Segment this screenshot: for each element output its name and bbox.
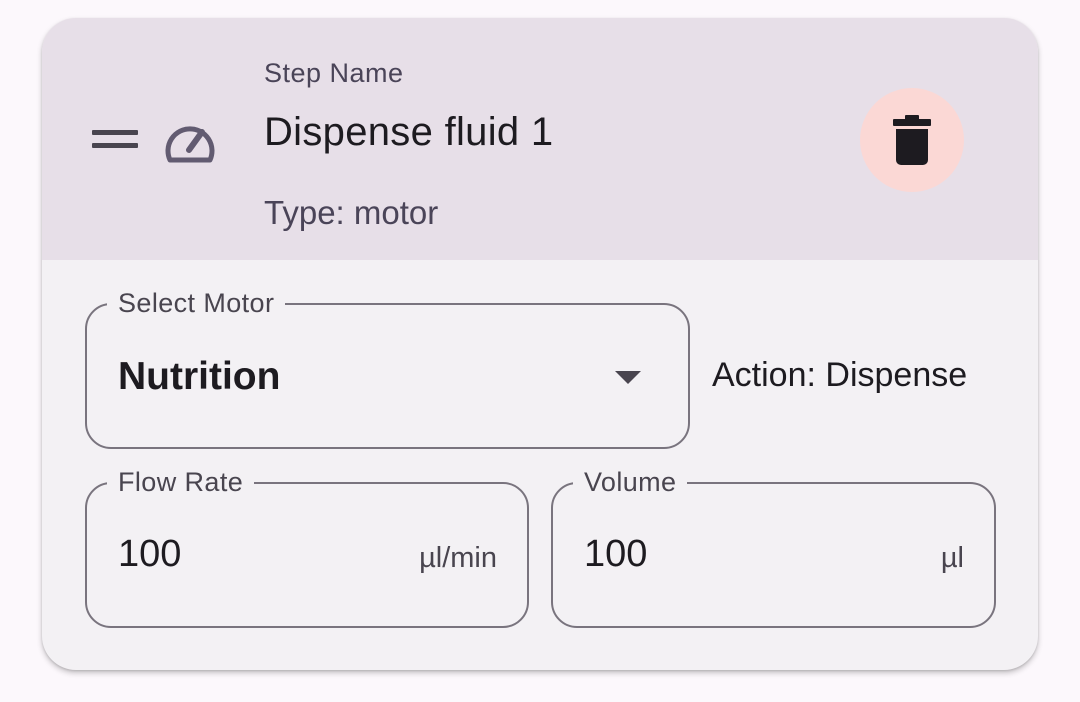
step-type-text: Type: motor — [264, 194, 439, 231]
step-card: Step Name Dispense fluid 1 Type: motor S… — [42, 18, 1038, 670]
volume-input[interactable] — [584, 532, 834, 576]
step-name-label: Step Name — [264, 58, 404, 88]
trash-icon — [893, 115, 931, 165]
selected-motor-value: Nutrition — [118, 355, 281, 398]
flow-rate-unit: µl/min — [419, 542, 497, 574]
step-name-value[interactable]: Dispense fluid 1 — [264, 110, 553, 155]
action-text: Action: Dispense — [712, 356, 968, 394]
speedometer-icon — [165, 126, 215, 163]
flow-rate-label: Flow Rate — [107, 462, 255, 502]
drag-handle-icon[interactable] — [92, 128, 138, 152]
volume-field: Volume µl — [551, 462, 996, 628]
select-motor-dropdown[interactable]: Select Motor Nutrition — [85, 283, 690, 449]
step-header: Step Name Dispense fluid 1 Type: motor — [42, 18, 1038, 260]
volume-label: Volume — [573, 462, 688, 502]
delete-step-button[interactable] — [860, 88, 964, 192]
flow-rate-field: Flow Rate µl/min — [85, 462, 529, 628]
select-motor-label: Select Motor — [107, 283, 286, 323]
dropdown-arrow-icon — [615, 371, 641, 384]
volume-unit: µl — [940, 542, 964, 574]
flow-rate-input[interactable] — [118, 532, 368, 576]
